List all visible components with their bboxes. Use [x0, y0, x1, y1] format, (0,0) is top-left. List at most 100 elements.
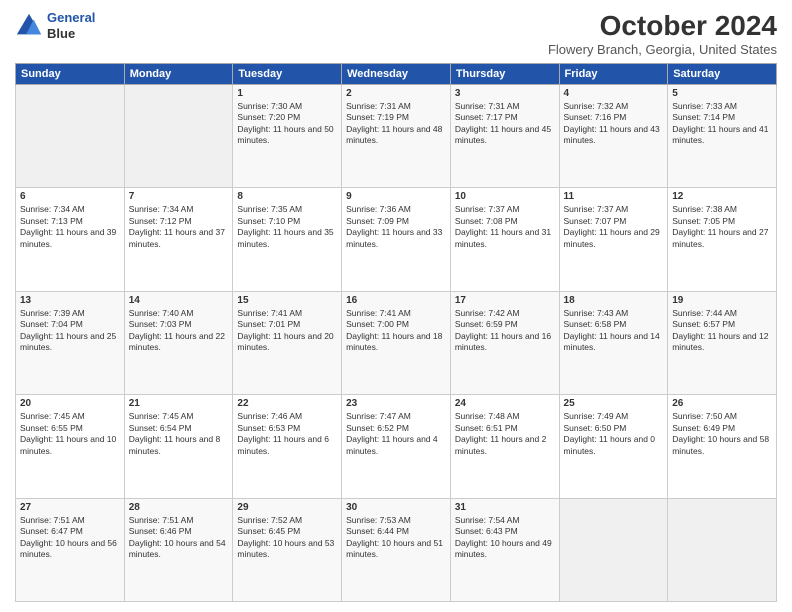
day-number: 16	[346, 295, 446, 306]
day-of-week-header: Monday	[124, 64, 233, 85]
day-info: Sunrise: 7:43 AMSunset: 6:58 PMDaylight:…	[564, 308, 664, 354]
calendar-cell: 17 Sunrise: 7:42 AMSunset: 6:59 PMDayligh…	[450, 291, 559, 394]
logo-text: General Blue	[47, 10, 95, 41]
calendar-week-row: 20 Sunrise: 7:45 AMSunset: 6:55 PMDayligh…	[16, 395, 777, 498]
day-info: Sunrise: 7:51 AMSunset: 6:47 PMDaylight:…	[20, 515, 120, 561]
calendar-cell: 16 Sunrise: 7:41 AMSunset: 7:00 PMDayligh…	[342, 291, 451, 394]
calendar-cell: 12 Sunrise: 7:38 AMSunset: 7:05 PMDayligh…	[668, 188, 777, 291]
day-number: 6	[20, 191, 120, 202]
day-number: 25	[564, 398, 664, 409]
calendar-week-row: 6 Sunrise: 7:34 AMSunset: 7:13 PMDaylight…	[16, 188, 777, 291]
day-number: 13	[20, 295, 120, 306]
day-info: Sunrise: 7:45 AMSunset: 6:55 PMDaylight:…	[20, 411, 120, 457]
day-info: Sunrise: 7:34 AMSunset: 7:13 PMDaylight:…	[20, 204, 120, 250]
day-number: 5	[672, 88, 772, 99]
title-block: October 2024 Flowery Branch, Georgia, Un…	[548, 10, 777, 57]
day-number: 26	[672, 398, 772, 409]
day-info: Sunrise: 7:35 AMSunset: 7:10 PMDaylight:…	[237, 204, 337, 250]
calendar-week-row: 13 Sunrise: 7:39 AMSunset: 7:04 PMDayligh…	[16, 291, 777, 394]
day-number: 4	[564, 88, 664, 99]
day-number: 14	[129, 295, 229, 306]
day-number: 1	[237, 88, 337, 99]
day-info: Sunrise: 7:49 AMSunset: 6:50 PMDaylight:…	[564, 411, 664, 457]
day-info: Sunrise: 7:48 AMSunset: 6:51 PMDaylight:…	[455, 411, 555, 457]
calendar-cell	[559, 498, 668, 601]
day-number: 20	[20, 398, 120, 409]
calendar-cell: 20 Sunrise: 7:45 AMSunset: 6:55 PMDayligh…	[16, 395, 125, 498]
day-info: Sunrise: 7:37 AMSunset: 7:07 PMDaylight:…	[564, 204, 664, 250]
calendar-week-row: 27 Sunrise: 7:51 AMSunset: 6:47 PMDayligh…	[16, 498, 777, 601]
calendar-cell: 30Sunrise: 7:53 AMSunset: 6:44 PMDayligh…	[342, 498, 451, 601]
day-number: 22	[237, 398, 337, 409]
day-info: Sunrise: 7:41 AMSunset: 7:01 PMDaylight:…	[237, 308, 337, 354]
calendar-body: 1 Sunrise: 7:30 AMSunset: 7:20 PMDaylight…	[16, 85, 777, 602]
day-info: Sunrise: 7:47 AMSunset: 6:52 PMDaylight:…	[346, 411, 446, 457]
header: General Blue October 2024 Flowery Branch…	[15, 10, 777, 57]
calendar-cell: 26Sunrise: 7:50 AMSunset: 6:49 PMDayligh…	[668, 395, 777, 498]
day-info: Sunrise: 7:36 AMSunset: 7:09 PMDaylight:…	[346, 204, 446, 250]
calendar-week-row: 1 Sunrise: 7:30 AMSunset: 7:20 PMDaylight…	[16, 85, 777, 188]
day-info: Sunrise: 7:41 AMSunset: 7:00 PMDaylight:…	[346, 308, 446, 354]
day-of-week-header: Thursday	[450, 64, 559, 85]
calendar-cell: 4 Sunrise: 7:32 AMSunset: 7:16 PMDaylight…	[559, 85, 668, 188]
day-number: 12	[672, 191, 772, 202]
day-info: Sunrise: 7:37 AMSunset: 7:08 PMDaylight:…	[455, 204, 555, 250]
day-number: 3	[455, 88, 555, 99]
calendar-cell	[668, 498, 777, 601]
day-info: Sunrise: 7:45 AMSunset: 6:54 PMDaylight:…	[129, 411, 229, 457]
day-number: 18	[564, 295, 664, 306]
calendar-cell: 15Sunrise: 7:41 AMSunset: 7:01 PMDayligh…	[233, 291, 342, 394]
day-info: Sunrise: 7:38 AMSunset: 7:05 PMDaylight:…	[672, 204, 772, 250]
day-number: 24	[455, 398, 555, 409]
day-number: 29	[237, 502, 337, 513]
day-info: Sunrise: 7:46 AMSunset: 6:53 PMDaylight:…	[237, 411, 337, 457]
calendar-cell: 19 Sunrise: 7:44 AMSunset: 6:57 PMDayligh…	[668, 291, 777, 394]
calendar-cell: 2Sunrise: 7:31 AMSunset: 7:19 PMDaylight…	[342, 85, 451, 188]
calendar-cell: 11Sunrise: 7:37 AMSunset: 7:07 PMDayligh…	[559, 188, 668, 291]
day-of-week-header: Friday	[559, 64, 668, 85]
location-title: Flowery Branch, Georgia, United States	[548, 42, 777, 57]
logo: General Blue	[15, 10, 95, 41]
day-info: Sunrise: 7:34 AMSunset: 7:12 PMDaylight:…	[129, 204, 229, 250]
day-info: Sunrise: 7:42 AMSunset: 6:59 PMDaylight:…	[455, 308, 555, 354]
day-of-week-header: Sunday	[16, 64, 125, 85]
calendar-cell: 14 Sunrise: 7:40 AMSunset: 7:03 PMDayligh…	[124, 291, 233, 394]
calendar-cell: 24 Sunrise: 7:48 AMSunset: 6:51 PMDayligh…	[450, 395, 559, 498]
calendar-page: General Blue October 2024 Flowery Branch…	[0, 0, 792, 612]
day-number: 27	[20, 502, 120, 513]
calendar-cell: 21 Sunrise: 7:45 AMSunset: 6:54 PMDayligh…	[124, 395, 233, 498]
calendar-cell	[124, 85, 233, 188]
calendar-cell: 3 Sunrise: 7:31 AMSunset: 7:17 PMDaylight…	[450, 85, 559, 188]
day-number: 23	[346, 398, 446, 409]
calendar-cell: 10 Sunrise: 7:37 AMSunset: 7:08 PMDayligh…	[450, 188, 559, 291]
calendar-header-row: SundayMondayTuesdayWednesdayThursdayFrid…	[16, 64, 777, 85]
day-of-week-header: Wednesday	[342, 64, 451, 85]
calendar-cell: 22 Sunrise: 7:46 AMSunset: 6:53 PMDayligh…	[233, 395, 342, 498]
day-info: Sunrise: 7:54 AMSunset: 6:43 PMDaylight:…	[455, 515, 555, 561]
day-of-week-header: Tuesday	[233, 64, 342, 85]
day-info: Sunrise: 7:31 AMSunset: 7:17 PMDaylight:…	[455, 101, 555, 147]
day-number: 21	[129, 398, 229, 409]
day-info: Sunrise: 7:30 AMSunset: 7:20 PMDaylight:…	[237, 101, 337, 147]
day-info: Sunrise: 7:44 AMSunset: 6:57 PMDaylight:…	[672, 308, 772, 354]
day-number: 17	[455, 295, 555, 306]
calendar-cell: 8 Sunrise: 7:35 AMSunset: 7:10 PMDaylight…	[233, 188, 342, 291]
calendar-cell: 18 Sunrise: 7:43 AMSunset: 6:58 PMDayligh…	[559, 291, 668, 394]
day-number: 8	[237, 191, 337, 202]
calendar-cell: 25 Sunrise: 7:49 AMSunset: 6:50 PMDayligh…	[559, 395, 668, 498]
day-info: Sunrise: 7:40 AMSunset: 7:03 PMDaylight:…	[129, 308, 229, 354]
day-number: 10	[455, 191, 555, 202]
calendar-cell: 1 Sunrise: 7:30 AMSunset: 7:20 PMDaylight…	[233, 85, 342, 188]
day-info: Sunrise: 7:32 AMSunset: 7:16 PMDaylight:…	[564, 101, 664, 147]
calendar-cell: 23 Sunrise: 7:47 AMSunset: 6:52 PMDayligh…	[342, 395, 451, 498]
day-of-week-header: Saturday	[668, 64, 777, 85]
logo-icon	[15, 12, 43, 40]
day-info: Sunrise: 7:39 AMSunset: 7:04 PMDaylight:…	[20, 308, 120, 354]
day-number: 19	[672, 295, 772, 306]
calendar-cell: 5Sunrise: 7:33 AMSunset: 7:14 PMDaylight…	[668, 85, 777, 188]
calendar-cell: 29Sunrise: 7:52 AMSunset: 6:45 PMDayligh…	[233, 498, 342, 601]
calendar-cell: 7Sunrise: 7:34 AMSunset: 7:12 PMDaylight…	[124, 188, 233, 291]
day-info: Sunrise: 7:51 AMSunset: 6:46 PMDaylight:…	[129, 515, 229, 561]
day-number: 2	[346, 88, 446, 99]
month-title: October 2024	[548, 10, 777, 42]
